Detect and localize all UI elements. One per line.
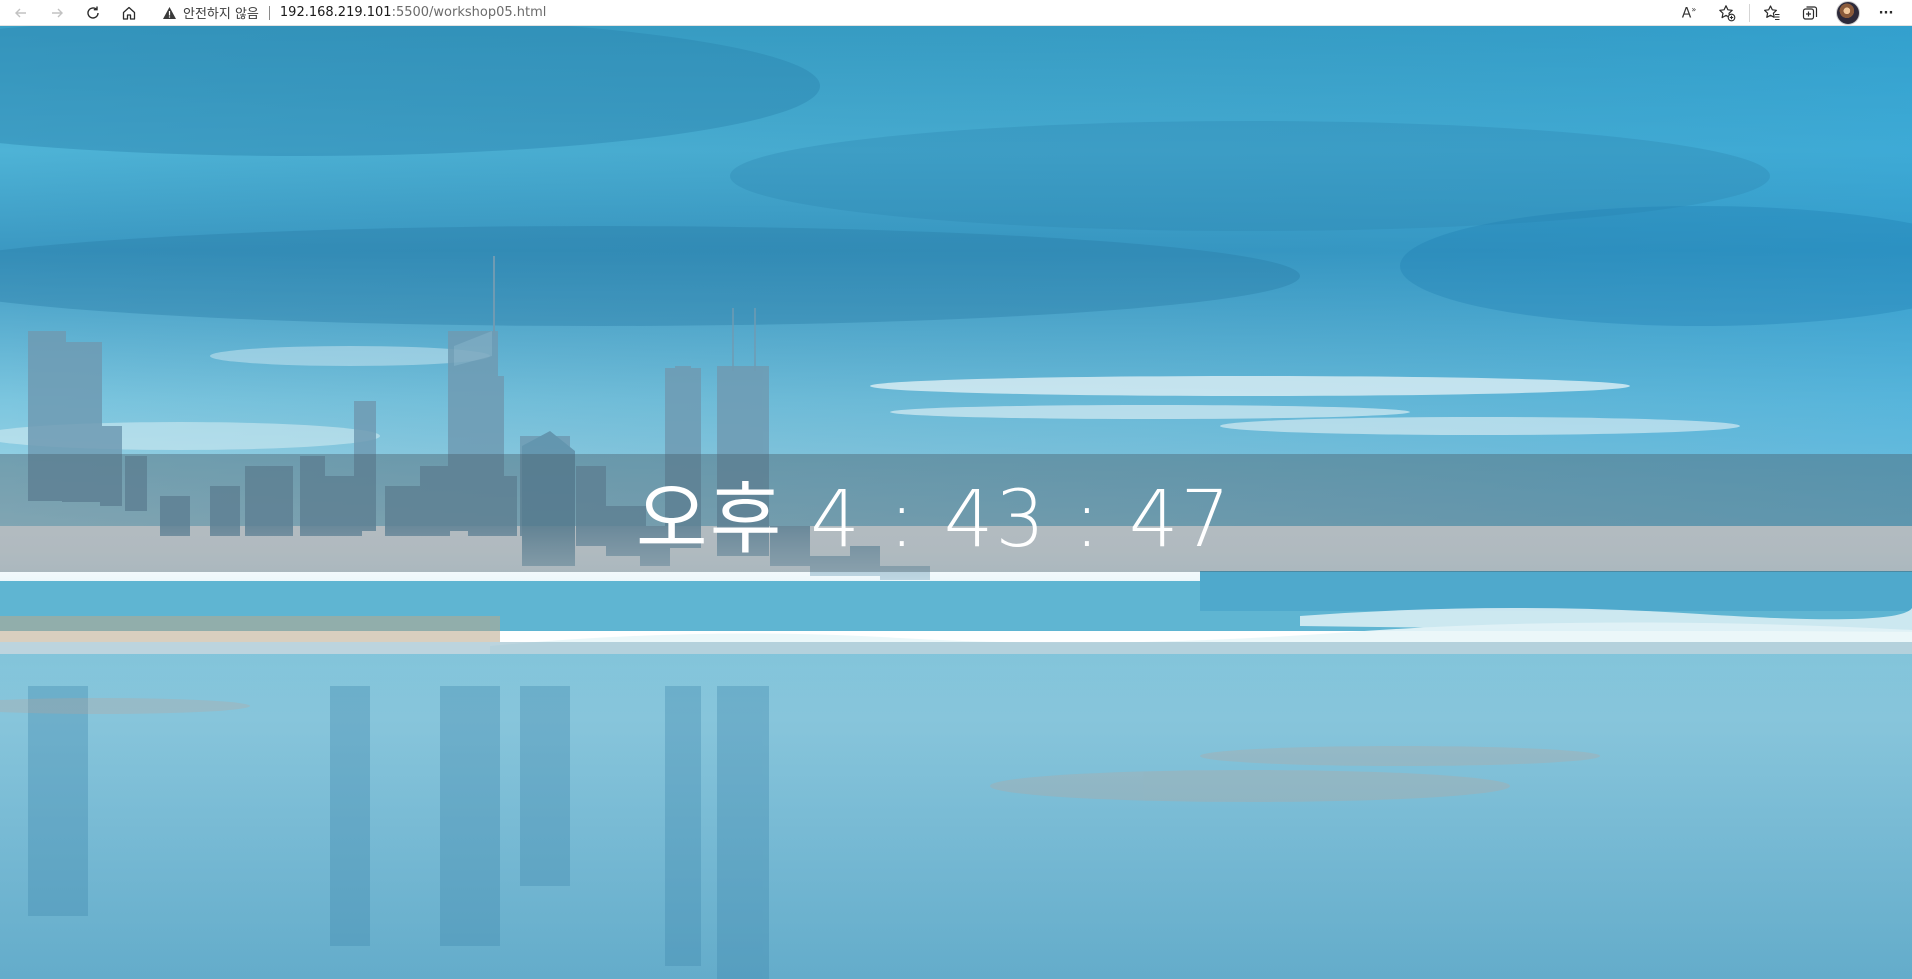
more-button[interactable]: ···: [1870, 1, 1902, 25]
avatar: [1836, 1, 1860, 25]
star-add-icon: [1719, 5, 1736, 22]
url-host[interactable]: 192.168.219.101: [280, 5, 392, 20]
collections-button[interactable]: [1794, 1, 1826, 25]
clock-seconds: 47: [1128, 475, 1233, 565]
clock-ampm: 오후: [635, 475, 784, 565]
clock-separator: :: [888, 475, 917, 565]
refresh-icon: [87, 6, 99, 19]
clock-minutes: 43: [943, 475, 1047, 565]
profile-button[interactable]: [1832, 1, 1864, 25]
clock-hours: 4: [810, 475, 862, 565]
read-aloud-icon: A»: [1681, 4, 1697, 22]
refresh-button[interactable]: [78, 1, 108, 25]
url-path[interactable]: :5500/workshop05.html: [392, 5, 547, 20]
clock-banner: 오후 4 : 43 : 47: [0, 454, 1912, 572]
arrow-right-icon: [52, 8, 63, 17]
collections-icon: [1802, 6, 1818, 20]
address-bar[interactable]: 안전하지 않음 192.168.219.101:5500/workshop05.…: [162, 1, 546, 25]
favorites-icon: [1764, 5, 1780, 21]
page-viewport: 오후 4 : 43 : 47: [0, 26, 1912, 979]
read-aloud-glyph: A: [1681, 5, 1692, 22]
address-divider: [268, 5, 270, 20]
toolbar-actions: A» ···: [1667, 0, 1902, 26]
more-icon: ···: [1878, 5, 1894, 21]
home-icon: [122, 6, 136, 20]
read-aloud-button[interactable]: A»: [1673, 1, 1705, 25]
add-favorite-button[interactable]: [1711, 1, 1743, 25]
home-button[interactable]: [114, 1, 144, 25]
warning-icon[interactable]: [162, 6, 177, 20]
clock-display: 오후 4 : 43 : 47: [636, 457, 1232, 569]
forward-button[interactable]: [42, 1, 72, 25]
clock-separator: :: [1073, 475, 1103, 565]
security-label[interactable]: 안전하지 않음: [183, 3, 259, 22]
toolbar-divider: [1749, 4, 1750, 22]
back-button[interactable]: [6, 1, 36, 25]
favorites-button[interactable]: [1756, 1, 1788, 25]
browser-toolbar: 안전하지 않음 192.168.219.101:5500/workshop05.…: [0, 0, 1912, 26]
arrow-left-icon: [15, 8, 26, 17]
